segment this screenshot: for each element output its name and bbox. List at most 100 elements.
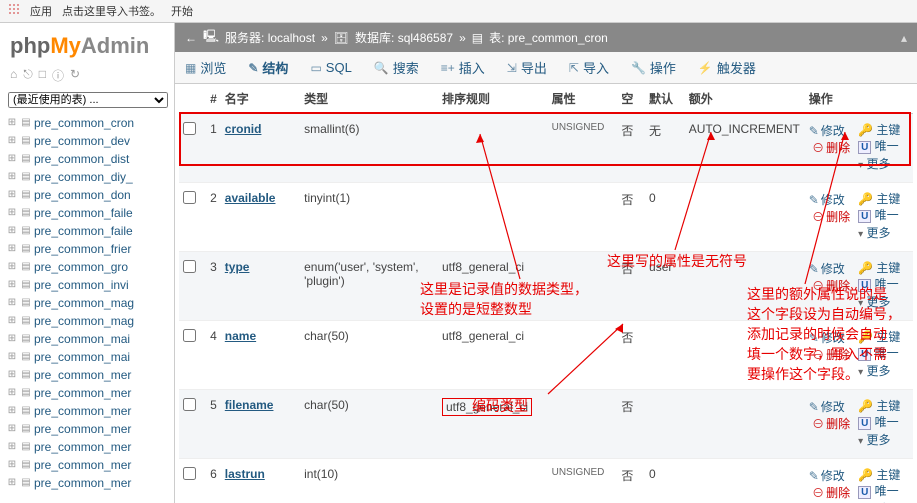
tree-item[interactable]: ⊞▤pre_common_mai — [4, 330, 170, 348]
drop-action[interactable]: ⊖删除 — [812, 417, 850, 431]
expand-icon[interactable]: ⊞ — [6, 186, 18, 204]
unique-action[interactable]: U 唯一 — [858, 207, 909, 225]
drop-action[interactable]: ⊖删除 — [812, 279, 850, 293]
expand-icon[interactable]: ⊞ — [6, 420, 18, 438]
expand-icon[interactable]: ⊞ — [6, 222, 18, 240]
tree-label[interactable]: pre_common_faile — [34, 204, 133, 222]
expand-icon[interactable]: ⊞ — [6, 258, 18, 276]
tree-label[interactable]: pre_common_mer — [34, 438, 131, 456]
drop-action[interactable]: ⊖删除 — [812, 348, 850, 362]
expand-icon[interactable]: ⊞ — [6, 366, 18, 384]
crumb-table[interactable]: 表: pre_common_cron — [489, 29, 608, 46]
crumb-db[interactable]: 数据库: sql486587 — [355, 29, 453, 46]
tree-label[interactable]: pre_common_mer — [34, 402, 131, 420]
more-action[interactable]: ▾ 更多 — [858, 432, 909, 450]
tree-label[interactable]: pre_common_gro — [34, 258, 128, 276]
primary-key-action[interactable]: 🔑 主键 — [858, 467, 909, 483]
tab-browse[interactable]: ▦浏览 — [185, 58, 226, 77]
expand-icon[interactable]: ⊞ — [6, 330, 18, 348]
tree-label[interactable]: pre_common_mer — [34, 420, 131, 438]
tree-item[interactable]: ⊞▤pre_common_mer — [4, 384, 170, 402]
tree-item[interactable]: ⊞▤pre_common_cron — [4, 114, 170, 132]
crumb-server[interactable]: 服务器: localhost — [225, 29, 315, 46]
expand-icon[interactable]: ⊞ — [6, 438, 18, 456]
tab-search[interactable]: 🔍搜索 — [374, 58, 419, 77]
more-action[interactable]: ▾ 更多 — [858, 225, 909, 243]
unique-action[interactable]: U 唯一 — [858, 276, 909, 294]
row-checkbox[interactable] — [183, 260, 196, 273]
drop-action[interactable]: ⊖删除 — [812, 141, 850, 155]
more-action[interactable]: ▾ 更多 — [858, 363, 909, 381]
tree-item[interactable]: ⊞▤pre_common_don — [4, 186, 170, 204]
tree-item[interactable]: ⊞▤pre_common_faile — [4, 222, 170, 240]
edit-action[interactable]: ✎修改 — [809, 469, 845, 483]
docs-icon[interactable]: ⓘ — [52, 67, 64, 84]
hide-crumb-icon[interactable]: ▴ — [901, 31, 907, 45]
expand-icon[interactable]: ⊞ — [6, 348, 18, 366]
unique-action[interactable]: U 唯一 — [858, 414, 909, 432]
collapse-icon[interactable]: ← — [185, 31, 197, 45]
tree-item[interactable]: ⊞▤pre_common_mer — [4, 438, 170, 456]
edit-action[interactable]: ✎修改 — [809, 262, 845, 276]
column-name[interactable]: available — [225, 191, 276, 205]
tree-label[interactable]: pre_common_don — [34, 186, 131, 204]
tab-structure[interactable]: ✎结构 — [248, 58, 288, 77]
recent-tables-select[interactable]: (最近使用的表) ... — [8, 92, 168, 108]
tree-label[interactable]: pre_common_mer — [34, 366, 131, 384]
home-icon[interactable]: ⌂ — [10, 67, 17, 84]
start-link[interactable]: 开始 — [171, 3, 193, 19]
tree-item[interactable]: ⊞▤pre_common_mai — [4, 348, 170, 366]
expand-icon[interactable]: ⊞ — [6, 384, 18, 402]
tree-item[interactable]: ⊞▤pre_common_mag — [4, 294, 170, 312]
expand-icon[interactable]: ⊞ — [6, 474, 18, 492]
apps-link[interactable]: 应用 — [30, 3, 52, 19]
tab-operations[interactable]: 🔧操作 — [631, 58, 676, 77]
tree-label[interactable]: pre_common_mer — [34, 384, 131, 402]
primary-key-action[interactable]: 🔑 主键 — [858, 191, 909, 207]
tree-label[interactable]: pre_common_frier — [34, 240, 131, 258]
drop-action[interactable]: ⊖删除 — [812, 486, 850, 500]
column-name[interactable]: lastrun — [225, 467, 265, 481]
unique-action[interactable]: U 唯一 — [858, 138, 909, 156]
primary-key-action[interactable]: 🔑 主键 — [858, 329, 909, 345]
expand-icon[interactable]: ⊞ — [6, 240, 18, 258]
tree-label[interactable]: pre_common_mag — [34, 312, 134, 330]
expand-icon[interactable]: ⊞ — [6, 402, 18, 420]
tree-label[interactable]: pre_common_mer — [34, 474, 131, 492]
tab-insert[interactable]: ≡+插入 — [441, 58, 485, 77]
expand-icon[interactable]: ⊞ — [6, 168, 18, 186]
sql-icon[interactable]: □ — [39, 67, 46, 84]
edit-action[interactable]: ✎修改 — [809, 193, 845, 207]
tree-label[interactable]: pre_common_mer — [34, 456, 131, 474]
edit-action[interactable]: ✎修改 — [809, 124, 845, 138]
row-checkbox[interactable] — [183, 191, 196, 204]
primary-key-action[interactable]: 🔑 主键 — [858, 122, 909, 138]
tree-item[interactable]: ⊞▤pre_common_mer — [4, 366, 170, 384]
tree-label[interactable]: pre_common_diy_ — [34, 168, 133, 186]
column-name[interactable]: name — [225, 329, 256, 343]
row-checkbox[interactable] — [183, 329, 196, 342]
tree-item[interactable]: ⊞▤pre_common_invi — [4, 276, 170, 294]
reload-icon[interactable]: ↻ — [70, 67, 80, 84]
row-checkbox[interactable] — [183, 398, 196, 411]
tree-item[interactable]: ⊞▤pre_common_dist — [4, 150, 170, 168]
tab-sql[interactable]: ▭SQL — [310, 58, 351, 77]
tree-label[interactable]: pre_common_invi — [34, 276, 129, 294]
unique-action[interactable]: U 唯一 — [858, 345, 909, 363]
expand-icon[interactable]: ⊞ — [6, 204, 18, 222]
expand-icon[interactable]: ⊞ — [6, 312, 18, 330]
more-action[interactable]: ▾ 更多 — [858, 156, 909, 174]
tab-import[interactable]: ⇱导入 — [569, 58, 609, 77]
expand-icon[interactable]: ⊞ — [6, 150, 18, 168]
tree-item[interactable]: ⊞▤pre_common_diy_ — [4, 168, 170, 186]
tree-label[interactable]: pre_common_dev — [34, 132, 130, 150]
tree-item[interactable]: ⊞▤pre_common_mer — [4, 420, 170, 438]
primary-key-action[interactable]: 🔑 主键 — [858, 398, 909, 414]
expand-icon[interactable]: ⊞ — [6, 132, 18, 150]
tab-triggers[interactable]: ⚡触发器 — [698, 58, 756, 77]
expand-icon[interactable]: ⊞ — [6, 114, 18, 132]
tree-item[interactable]: ⊞▤pre_common_faile — [4, 204, 170, 222]
tree-item[interactable]: ⊞▤pre_common_dev — [4, 132, 170, 150]
tree-label[interactable]: pre_common_dist — [34, 150, 129, 168]
import-bookmarks-hint[interactable]: 点击这里导入书签。 — [62, 3, 161, 19]
